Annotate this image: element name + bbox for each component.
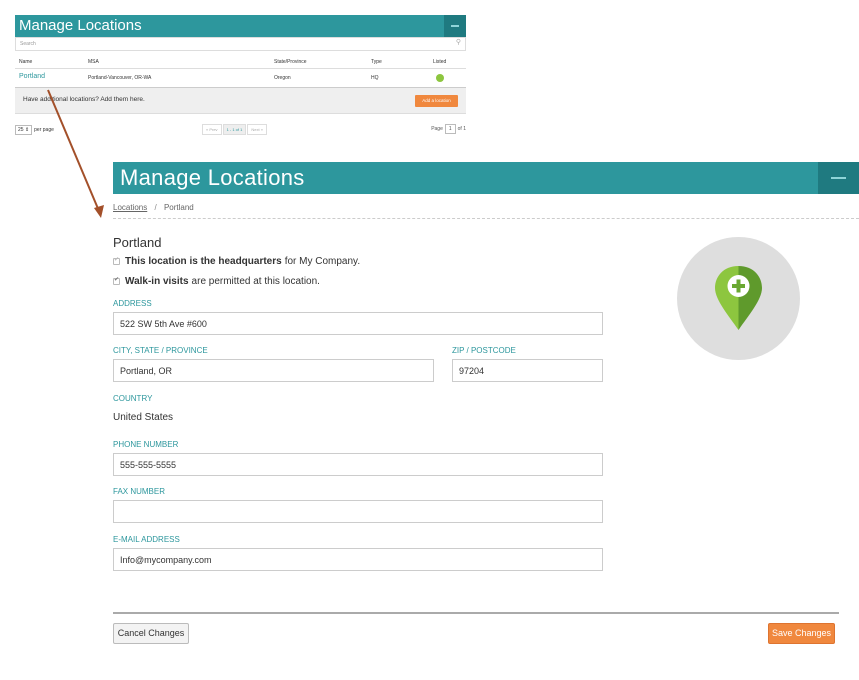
breadcrumb-current: Portland (163, 203, 194, 212)
save-changes-button[interactable]: Save Changes (768, 623, 835, 644)
location-title: Portland (113, 235, 162, 250)
small-pagination-footer: 25 ⇕ per page « Prev 1 - 1 of 1 Next » P… (15, 124, 466, 136)
phone-label: PHONE NUMBER (113, 440, 179, 449)
small-manage-locations-panel: Manage Locations Search ⚲ Name MSA State… (15, 15, 466, 138)
pager: « Prev 1 - 1 of 1 Next » (202, 124, 267, 135)
cell-msa: Portland-Vancouver, OR-WA (88, 75, 152, 81)
breadcrumb: Locations / Portland (113, 203, 194, 212)
pin-plus-vertical (736, 279, 741, 293)
address-input[interactable]: 522 SW 5th Ave #600 (113, 312, 603, 335)
hq-checkbox-row: This location is the headquarters for My… (113, 256, 360, 267)
listed-status-icon (436, 74, 444, 82)
city-label: CITY, STATE / PROVINCE (113, 346, 208, 355)
fax-label: FAX NUMBER (113, 487, 166, 496)
search-icon[interactable]: ⚲ (456, 39, 461, 46)
country-value: United States (113, 412, 174, 423)
map-pin-add-icon (715, 266, 762, 330)
column-header-state[interactable]: State/Province (274, 59, 307, 65)
walkin-label-rest: are permitted at this location. (191, 276, 320, 287)
column-header-msa[interactable]: MSA (88, 59, 99, 65)
divider (113, 218, 859, 219)
page-number-input[interactable]: 1 (444, 124, 456, 134)
walkin-label-bold: Walk-in visits (125, 276, 189, 287)
add-location-prompt: Have additional locations? Add them here… (23, 96, 145, 103)
city-input[interactable]: Portland, OR (113, 359, 434, 382)
small-search-placeholder: Search (20, 41, 36, 47)
cell-state: Oregon (274, 75, 291, 81)
location-pin-placeholder[interactable] (677, 237, 800, 360)
walkin-checkbox-row: Walk-in visits are permitted at this loc… (113, 276, 320, 287)
small-locations-table: Name MSA State/Province Type Listed Port… (15, 55, 466, 88)
add-location-bar: Have additional locations? Add them here… (15, 88, 466, 114)
per-page-control: 25 ⇕ per page (15, 125, 54, 135)
column-header-type[interactable]: Type (371, 59, 382, 65)
page-jump: Page 1 of 1 (431, 124, 466, 134)
breadcrumb-locations-link[interactable]: Locations (113, 203, 147, 212)
add-location-button[interactable]: Add a location (415, 95, 458, 107)
collapse-button[interactable] (818, 162, 859, 194)
column-header-listed[interactable]: Listed (433, 59, 446, 65)
arrow-head (94, 205, 104, 218)
per-page-label: per page (34, 127, 54, 133)
hq-label-bold: This location is the headquarters (125, 256, 282, 267)
small-search-input[interactable]: Search ⚲ (15, 37, 466, 51)
address-label: ADDRESS (113, 299, 152, 308)
cancel-changes-button[interactable]: Cancel Changes (113, 623, 189, 644)
walkin-checkbox[interactable] (113, 276, 120, 285)
country-label: COUNTRY (113, 394, 153, 403)
pager-current: 1 - 1 of 1 (222, 124, 247, 135)
pager-next-button[interactable]: Next » (247, 124, 267, 135)
phone-input[interactable]: 555-555-5555 (113, 453, 603, 476)
email-label: E-MAIL ADDRESS (113, 535, 180, 544)
page-title: Manage Locations (120, 165, 305, 190)
footer-divider (113, 612, 839, 614)
pager-prev-button[interactable]: « Prev (202, 124, 222, 135)
cell-type: HQ (371, 75, 379, 81)
hq-checkbox[interactable] (113, 256, 120, 265)
breadcrumb-separator: / (154, 203, 157, 212)
column-header-name[interactable]: Name (19, 59, 32, 65)
per-page-select[interactable]: 25 ⇕ (15, 125, 33, 135)
email-input[interactable]: Info@mycompany.com (113, 548, 603, 571)
large-panel-header: Manage Locations (113, 162, 859, 194)
hq-label-rest: for My Company. (284, 256, 361, 267)
page-of-label: of 1 (457, 126, 466, 132)
small-panel-title: Manage Locations (19, 17, 142, 34)
table-header-row: Name MSA State/Province Type Listed (15, 55, 466, 69)
table-row[interactable]: Portland Portland-Vancouver, OR-WA Orego… (15, 69, 466, 88)
zip-input[interactable]: 97204 (452, 359, 603, 382)
small-panel-header: Manage Locations (15, 15, 466, 37)
zip-label: ZIP / POSTCODE (452, 346, 516, 355)
small-collapse-button[interactable] (444, 15, 466, 37)
location-name-link[interactable]: Portland (19, 73, 45, 80)
fax-input[interactable] (113, 500, 603, 523)
page-label: Page (431, 126, 443, 132)
